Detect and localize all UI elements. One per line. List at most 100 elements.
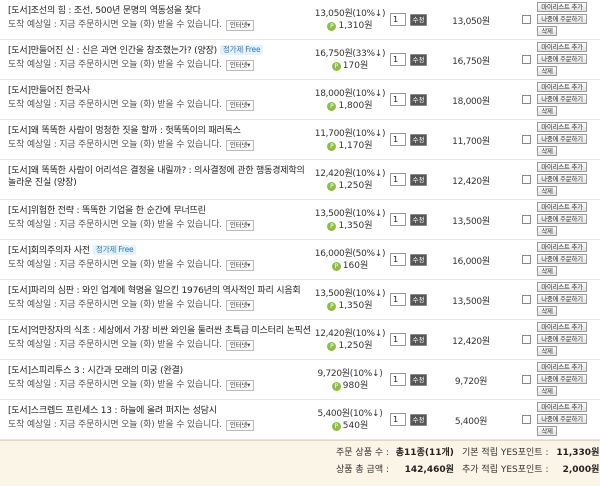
region-select[interactable]: 인터넷▾ bbox=[225, 420, 255, 431]
add-wishlist-button[interactable]: 마이리스트 추가 bbox=[537, 282, 587, 292]
order-later-button[interactable]: 나중에 주문하기 bbox=[537, 14, 587, 24]
add-wishlist-button[interactable]: 마이리스트 추가 bbox=[537, 82, 587, 92]
quantity-update-button[interactable]: 수정 bbox=[410, 14, 427, 26]
order-later-button[interactable]: 나중에 주문하기 bbox=[537, 54, 587, 64]
item-title-link[interactable]: [도서]위험한 전략 : 똑똑한 기업을 한 순간에 무너뜨린 bbox=[8, 205, 314, 217]
quantity-update-button[interactable]: 수정 bbox=[410, 414, 427, 426]
delivery-text: 도착 예상일 : 지금 주문하시면 오늘 (화) 받을 수 있습니다. bbox=[8, 220, 222, 230]
item-title-link[interactable]: [도서]회의주의자 사전 정가제 Free bbox=[8, 245, 314, 257]
delete-button[interactable]: 삭제 bbox=[537, 26, 557, 36]
add-wishlist-button[interactable]: 마이리스트 추가 bbox=[537, 2, 587, 12]
quantity-update-button[interactable]: 수정 bbox=[410, 214, 427, 226]
region-select[interactable]: 인터넷▾ bbox=[225, 20, 255, 31]
item-title-link[interactable]: [도서]스피리투스 3 : 시간과 모래의 미궁 (완결) bbox=[8, 365, 314, 377]
add-wishlist-button[interactable]: 마이리스트 추가 bbox=[537, 362, 587, 372]
item-checkbox[interactable] bbox=[522, 375, 531, 384]
region-select[interactable]: 인터넷▾ bbox=[225, 260, 255, 271]
item-checkbox[interactable] bbox=[522, 175, 531, 184]
quantity-input[interactable] bbox=[390, 373, 406, 386]
delivery-text: 도착 예상일 : 지금 주문하시면 오늘 (화) 받을 수 있습니다. bbox=[8, 100, 222, 110]
add-wishlist-button[interactable]: 마이리스트 추가 bbox=[537, 162, 587, 172]
order-later-button[interactable]: 나중에 주문하기 bbox=[537, 294, 587, 304]
item-title-link[interactable]: [도서]조선의 힘 : 조선, 500년 문명의 역동성을 찾다 bbox=[8, 5, 314, 17]
add-wishlist-button[interactable]: 마이리스트 추가 bbox=[537, 202, 587, 212]
item-actions: 마이리스트 추가 나중에 주문하기 삭제 bbox=[537, 162, 587, 198]
basic-point: 기본 적립 YES포인트 : 11,330원 bbox=[462, 445, 599, 458]
region-select[interactable]: 인터넷▾ bbox=[225, 220, 255, 231]
item-title-link[interactable]: [도서]억만장자의 식초 : 세상에서 가장 비싼 와인을 둘러싼 초특급 미스… bbox=[8, 325, 314, 337]
item-checkbox[interactable] bbox=[522, 295, 531, 304]
region-select[interactable]: 인터넷▾ bbox=[225, 300, 255, 311]
item-title-link[interactable]: [도서]왜 똑똑한 사람이 어리석은 결정을 내릴까? : 의사결정에 관한 행… bbox=[8, 165, 314, 189]
region-select[interactable]: 인터넷▾ bbox=[225, 140, 255, 151]
quantity-input[interactable] bbox=[390, 213, 406, 226]
order-later-button[interactable]: 나중에 주문하기 bbox=[537, 174, 587, 184]
add-wishlist-button[interactable]: 마이리스트 추가 bbox=[537, 42, 587, 52]
delete-button[interactable]: 삭제 bbox=[537, 386, 557, 396]
delete-button[interactable]: 삭제 bbox=[537, 226, 557, 236]
item-checkbox[interactable] bbox=[522, 15, 531, 24]
quantity-update-button[interactable]: 수정 bbox=[410, 254, 427, 266]
item-checkbox[interactable] bbox=[522, 415, 531, 424]
delete-button[interactable]: 삭제 bbox=[537, 426, 557, 436]
quantity-input[interactable] bbox=[390, 53, 406, 66]
quantity-input[interactable] bbox=[390, 253, 406, 266]
add-wishlist-button[interactable]: 마이리스트 추가 bbox=[537, 242, 587, 252]
item-title-link[interactable]: [도서]만들어진 신 : 신은 과연 인간을 창조했는가? (양장) 정가제 Fr… bbox=[8, 45, 314, 57]
item-title: [도서]스피리투스 3 : 시간과 모래의 미궁 (완결) bbox=[8, 366, 183, 376]
series-badge: 정가제 Free bbox=[219, 45, 264, 55]
quantity-input[interactable] bbox=[390, 93, 406, 106]
add-wishlist-button[interactable]: 마이리스트 추가 bbox=[537, 402, 587, 412]
quantity-input[interactable] bbox=[390, 173, 406, 186]
item-price: 11,700원(10%↓) bbox=[314, 129, 386, 139]
item-checkbox[interactable] bbox=[522, 95, 531, 104]
delete-button[interactable]: 삭제 bbox=[537, 66, 557, 76]
quantity-update-button[interactable]: 수정 bbox=[410, 54, 427, 66]
item-title-link[interactable]: [도서]파리의 심판 : 와인 업계에 혁명을 일으킨 1976년의 역사적인 … bbox=[8, 285, 314, 297]
quantity-update-button[interactable]: 수정 bbox=[410, 294, 427, 306]
quantity-input[interactable] bbox=[390, 293, 406, 306]
item-checkbox[interactable] bbox=[522, 55, 531, 64]
order-later-button[interactable]: 나중에 주문하기 bbox=[537, 134, 587, 144]
price-cell: 13,500원(10%↓) P 1,350원 bbox=[310, 208, 390, 232]
order-later-button[interactable]: 나중에 주문하기 bbox=[537, 214, 587, 224]
region-select[interactable]: 인터넷▾ bbox=[225, 340, 255, 351]
delivery-info: 도착 예상일 : 지금 주문하시면 오늘 (화) 받을 수 있습니다. 인터넷▾ bbox=[8, 19, 314, 31]
order-later-button[interactable]: 나중에 주문하기 bbox=[537, 334, 587, 344]
add-wishlist-button[interactable]: 마이리스트 추가 bbox=[537, 322, 587, 332]
item-title-link[interactable]: [도서]왜 똑똑한 사람이 멍청한 짓을 할까 : 헛똑똑이의 패러독스 bbox=[8, 125, 314, 137]
order-later-button[interactable]: 나중에 주문하기 bbox=[537, 94, 587, 104]
delete-button[interactable]: 삭제 bbox=[537, 106, 557, 116]
delete-button[interactable]: 삭제 bbox=[537, 266, 557, 276]
item-title: [도서]만들어진 신 : 신은 과연 인간을 창조했는가? (양장) bbox=[8, 46, 217, 56]
order-later-button[interactable]: 나중에 주문하기 bbox=[537, 254, 587, 264]
item-checkbox[interactable] bbox=[522, 255, 531, 264]
delete-button[interactable]: 삭제 bbox=[537, 346, 557, 356]
point-icon: P bbox=[327, 302, 337, 311]
quantity-update-button[interactable]: 수정 bbox=[410, 374, 427, 386]
delete-button[interactable]: 삭제 bbox=[537, 146, 557, 156]
quantity-update-button[interactable]: 수정 bbox=[410, 174, 427, 186]
quantity-input[interactable] bbox=[390, 413, 406, 426]
delete-button[interactable]: 삭제 bbox=[537, 306, 557, 316]
quantity-update-button[interactable]: 수정 bbox=[410, 134, 427, 146]
quantity-input[interactable] bbox=[390, 333, 406, 346]
order-later-button[interactable]: 나중에 주문하기 bbox=[537, 414, 587, 424]
delete-button[interactable]: 삭제 bbox=[537, 186, 557, 196]
quantity-input[interactable] bbox=[390, 13, 406, 26]
quantity-update-button[interactable]: 수정 bbox=[410, 334, 427, 346]
order-later-button[interactable]: 나중에 주문하기 bbox=[537, 374, 587, 384]
item-checkbox[interactable] bbox=[522, 215, 531, 224]
item-checkbox[interactable] bbox=[522, 135, 531, 144]
item-checkbox[interactable] bbox=[522, 335, 531, 344]
add-wishlist-button[interactable]: 마이리스트 추가 bbox=[537, 122, 587, 132]
region-select[interactable]: 인터넷▾ bbox=[225, 100, 255, 111]
quantity-input[interactable] bbox=[390, 133, 406, 146]
quantity-update-button[interactable]: 수정 bbox=[410, 94, 427, 106]
item-title-link[interactable]: [도서]만들어진 한국사 bbox=[8, 85, 314, 97]
region-select[interactable]: 인터넷▾ bbox=[225, 380, 255, 391]
item-point: P 170원 bbox=[310, 60, 390, 72]
item-title-link[interactable]: [도서]스크렙드 프린세스 13 : 하늘에 올려 퍼지는 성담시 bbox=[8, 405, 314, 417]
item-price: 13,500원(10%↓) bbox=[314, 209, 386, 219]
region-select[interactable]: 인터넷▾ bbox=[225, 60, 255, 71]
